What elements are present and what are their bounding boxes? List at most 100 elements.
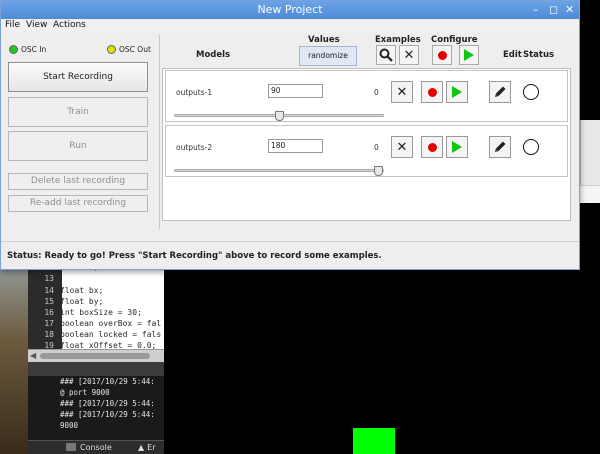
code-line: 17 boolean overBox = fal [28, 318, 161, 329]
configure-header: Configure [431, 35, 478, 45]
model-row: outputs-2 180 0 ✕ [165, 125, 568, 177]
play-icon [452, 86, 462, 98]
delete-examples-button[interactable]: ✕ [391, 81, 413, 103]
line-text [58, 274, 60, 283]
model-value-field[interactable]: 180 [268, 139, 323, 153]
errors-tab[interactable]: ▲ Er [138, 443, 156, 452]
console-tab-bar: Console ▲ Er [28, 440, 164, 454]
line-text: boolean locked = fals [60, 330, 162, 339]
console-tab[interactable]: Console [66, 443, 112, 452]
line-number: 16 [44, 308, 54, 317]
model-example-count: 0 [374, 88, 379, 97]
code-line: 14 float bx; [28, 285, 103, 296]
line-number: 15 [44, 297, 54, 306]
examples-delete-all-button[interactable]: ✕ [399, 45, 419, 65]
train-button[interactable]: Train [8, 97, 148, 127]
configure-record-all-button[interactable] [432, 45, 452, 65]
status-header: Status [523, 50, 555, 60]
delete-last-recording-button[interactable]: Delete last recording [8, 173, 148, 190]
line-text: int boxSize = 30; [60, 308, 142, 317]
x-icon: ✕ [396, 139, 408, 155]
menu-actions[interactable]: Actions [53, 20, 86, 30]
console-line: ### [2017/10/29 5:44: [60, 410, 155, 419]
code-line: 13 [28, 273, 60, 284]
slider-thumb[interactable] [274, 111, 284, 121]
edit-model-button[interactable] [489, 81, 511, 103]
scrollbar-thumb[interactable] [40, 353, 150, 359]
wekinator-window: New Project – ◻ ✕ File View Actions OSC … [0, 0, 580, 270]
run-button[interactable]: Run [8, 131, 148, 161]
model-name: outputs-2 [176, 143, 213, 152]
magnifier-icon [379, 48, 393, 62]
menu-file[interactable]: File [5, 20, 20, 30]
examples-header: Examples [375, 35, 421, 45]
run-model-button[interactable] [446, 81, 468, 103]
x-icon: ✕ [396, 84, 408, 100]
close-icon[interactable]: ✕ [565, 3, 574, 17]
record-icon [437, 50, 447, 60]
model-value-slider[interactable] [174, 166, 384, 176]
osc-out-indicator: OSC Out [107, 45, 151, 54]
errors-tab-label: Er [147, 443, 156, 452]
slider-thumb[interactable] [374, 166, 383, 176]
line-number: 17 [44, 319, 54, 328]
title-bar[interactable]: New Project – ◻ ✕ [1, 1, 579, 19]
osc-out-label: OSC Out [119, 45, 151, 54]
minimize-icon[interactable]: – [533, 3, 539, 17]
model-status-indicator [523, 139, 539, 155]
line-text: float bx; [60, 286, 104, 295]
pencil-icon [495, 86, 506, 97]
sketch-green-square[interactable] [353, 428, 395, 454]
start-recording-button[interactable]: Start Recording [8, 62, 148, 92]
model-row: outputs-1 90 0 ✕ [165, 70, 568, 122]
console-line: ### [2017/10/29 5:44: [60, 377, 155, 386]
models-header: Models [196, 50, 231, 60]
code-line: 16 int boxSize = 30; [28, 307, 142, 318]
edit-header: Edit [503, 50, 522, 60]
background-window-edge-lower [580, 185, 600, 203]
models-list: outputs-1 90 0 ✕ outputs-2 180 0 ✕ [162, 68, 571, 221]
scroll-left-arrow-icon[interactable]: ◀ [30, 351, 36, 360]
code-line: 15 float by; [28, 296, 103, 307]
play-icon [452, 141, 462, 153]
menu-bar: File View Actions [1, 19, 579, 33]
model-example-count: 0 [374, 143, 379, 152]
osc-out-led-icon [107, 45, 116, 54]
record-icon [427, 142, 437, 152]
status-message: Status: Ready to go! Press "Start Record… [7, 251, 382, 261]
examples-search-button[interactable] [376, 45, 396, 65]
pencil-icon [495, 141, 506, 152]
window-title: New Project [257, 3, 323, 16]
menu-view[interactable]: View [26, 20, 47, 30]
configure-run-all-button[interactable] [459, 45, 479, 65]
console-line: 9000 [60, 421, 79, 430]
line-number: 18 [44, 330, 54, 339]
edit-model-button[interactable] [489, 136, 511, 158]
console-line: ### [2017/10/29 5:44: [60, 399, 155, 408]
console-divider [28, 362, 164, 376]
console-tab-label: Console [80, 443, 112, 452]
line-number: 13 [44, 274, 54, 283]
line-number: 14 [44, 286, 54, 295]
x-icon: ✕ [403, 47, 415, 63]
record-model-button[interactable] [421, 81, 443, 103]
code-line: 18 boolean locked = fals [28, 329, 161, 340]
model-name: outputs-1 [176, 88, 213, 97]
run-model-button[interactable] [446, 136, 468, 158]
osc-in-led-icon [9, 45, 18, 54]
record-model-button[interactable] [421, 136, 443, 158]
delete-examples-button[interactable]: ✕ [391, 136, 413, 158]
model-value-slider[interactable] [174, 111, 384, 121]
line-text: float by; [60, 297, 104, 306]
status-bar: Status: Ready to go! Press "Start Record… [1, 241, 579, 269]
osc-in-label: OSC In [21, 45, 47, 54]
model-value-field[interactable]: 90 [268, 84, 323, 98]
readd-last-recording-button[interactable]: Re-add last recording [8, 195, 148, 212]
maximize-icon[interactable]: ◻ [549, 3, 558, 17]
line-text: boolean overBox = fal [60, 319, 162, 328]
console-icon [66, 443, 76, 451]
panel-divider [159, 35, 160, 229]
randomize-button[interactable]: randomize [299, 46, 357, 66]
record-icon [427, 87, 437, 97]
editor-horizontal-scrollbar[interactable]: ◀ [28, 349, 164, 362]
